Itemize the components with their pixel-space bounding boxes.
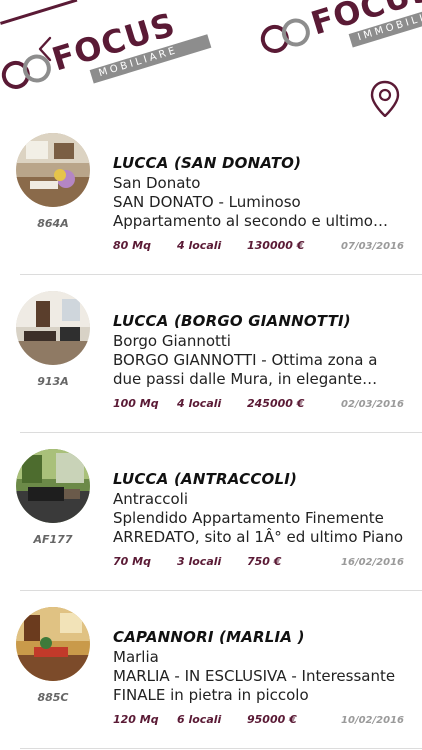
listing-photo[interactable] bbox=[16, 607, 90, 681]
app-header: FOCUS MOBILIARE FOCUS IMMOBILIARE bbox=[0, 0, 422, 117]
listing-title: LUCCA (BORGO GIANNOTTI) bbox=[113, 312, 351, 330]
listing-size: 80 Mq bbox=[113, 239, 151, 252]
listing-price: 245000 € bbox=[247, 397, 305, 410]
listing-title: LUCCA (SAN DONATO) bbox=[113, 154, 302, 172]
divider bbox=[20, 748, 422, 749]
listing-subtitle: Borgo Giannotti bbox=[113, 332, 231, 350]
listing-description: Splendido Appartamento Finemente ARREDAT… bbox=[113, 509, 404, 546]
decorative-line bbox=[0, 0, 78, 25]
listing-photo[interactable] bbox=[16, 291, 90, 365]
listing-item[interactable]: AF177 LUCCA (ANTRACCOLI) Antraccoli Sple… bbox=[0, 433, 422, 591]
listing-photo[interactable] bbox=[16, 133, 90, 207]
listing-price: 750 € bbox=[247, 555, 282, 568]
listing-subtitle: Marlia bbox=[113, 648, 159, 666]
listing-item[interactable]: 864A LUCCA (SAN DONATO) San Donato SAN D… bbox=[0, 117, 422, 275]
listing-size: 70 Mq bbox=[113, 555, 151, 568]
listing-description: MARLIA - IN ESCLUSIVA - Interessante FIN… bbox=[113, 667, 396, 704]
listing-item[interactable]: 913A LUCCA (BORGO GIANNOTTI) Borgo Giann… bbox=[0, 275, 422, 433]
listing-item[interactable]: 885C CAPANNORI (MARLIA ) Marlia MARLIA -… bbox=[0, 591, 422, 749]
listing-subtitle: San Donato bbox=[113, 174, 201, 192]
listing-size: 120 Mq bbox=[113, 713, 159, 726]
listing-photo[interactable] bbox=[16, 449, 90, 523]
listing-title: LUCCA (ANTRACCOLI) bbox=[113, 470, 298, 488]
listing-price: 130000 € bbox=[247, 239, 305, 252]
listing-list: 864A LUCCA (SAN DONATO) San Donato SAN D… bbox=[0, 117, 422, 749]
listing-code: 913A bbox=[37, 375, 69, 388]
listing-price: 95000 € bbox=[247, 713, 297, 726]
listing-date: 02/03/2016 bbox=[341, 399, 404, 410]
listing-size: 100 Mq bbox=[113, 397, 159, 410]
listing-date: 07/03/2016 bbox=[341, 241, 404, 252]
listing-code: 864A bbox=[37, 217, 69, 230]
listing-rooms: 3 locali bbox=[177, 555, 222, 568]
listing-title: CAPANNORI (MARLIA ) bbox=[113, 628, 305, 646]
listing-rooms: 4 locali bbox=[177, 397, 222, 410]
listing-subtitle: Antraccoli bbox=[113, 490, 189, 508]
listing-rooms: 4 locali bbox=[177, 239, 222, 252]
listing-code: AF177 bbox=[33, 533, 73, 546]
listing-date: 10/02/2016 bbox=[341, 715, 404, 726]
listing-description: SAN DONATO - Luminoso Appartamento al se… bbox=[113, 193, 373, 230]
listing-date: 16/02/2016 bbox=[341, 557, 404, 568]
listing-description: BORGO GIANNOTTI - Ottima zona a due pass… bbox=[113, 351, 378, 388]
listing-code: 885C bbox=[37, 691, 69, 704]
listing-rooms: 6 locali bbox=[177, 713, 222, 726]
map-pin-icon[interactable] bbox=[369, 80, 401, 117]
